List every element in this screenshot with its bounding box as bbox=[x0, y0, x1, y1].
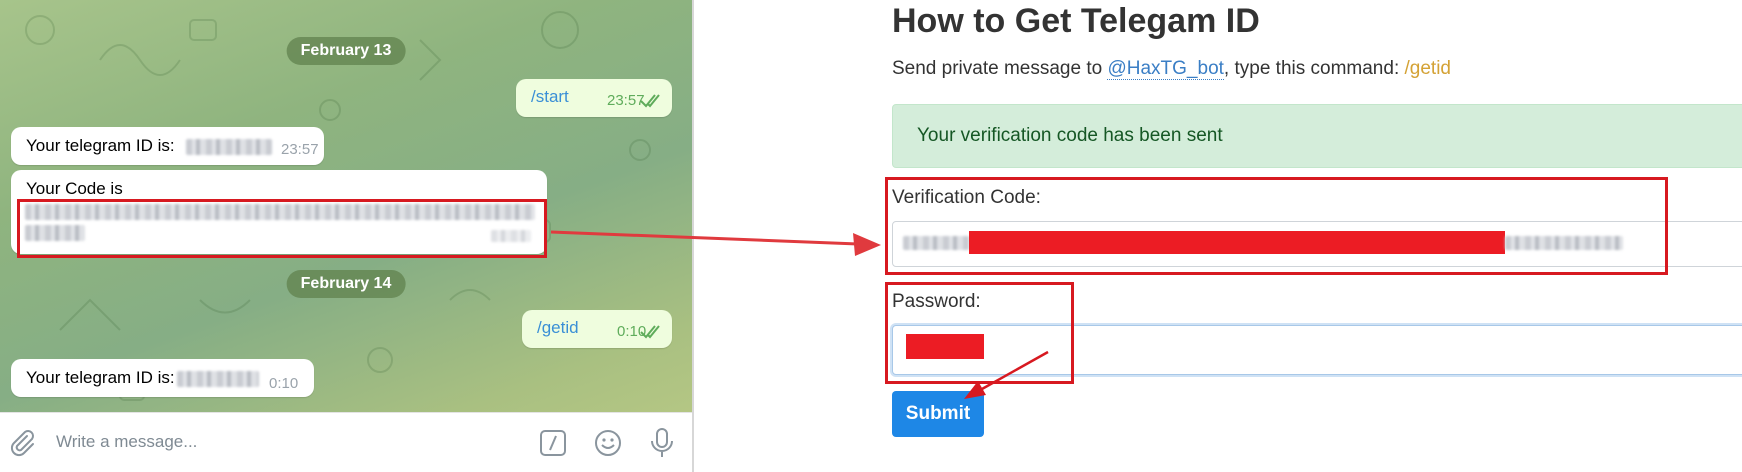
message-text[interactable]: /getid bbox=[537, 318, 579, 338]
telegram-chat-panel: February 13 /start 23:57 Your telegram I… bbox=[0, 0, 692, 472]
success-alert: Your verification code has been sent bbox=[892, 104, 1742, 168]
message-incoming[interactable]: Your telegram ID is: 23:57 bbox=[11, 127, 324, 165]
web-form-panel: How to Get Telegam ID Send private messa… bbox=[692, 0, 1742, 472]
message-time: 23:57 bbox=[607, 92, 645, 109]
double-check-icon bbox=[640, 325, 660, 339]
double-check-icon bbox=[640, 94, 660, 108]
bot-link[interactable]: @HaxTG_bot bbox=[1107, 58, 1224, 80]
paperclip-icon[interactable] bbox=[8, 429, 36, 457]
redacted-id bbox=[177, 371, 259, 387]
highlight-box-code bbox=[17, 199, 547, 258]
message-text[interactable]: Your telegram ID is: bbox=[26, 368, 175, 388]
message-text[interactable]: /start bbox=[531, 87, 569, 107]
highlight-box-password bbox=[885, 282, 1074, 384]
redacted-id bbox=[186, 139, 272, 155]
message-time: 23:57 bbox=[281, 141, 319, 158]
message-input[interactable]: Write a message... bbox=[56, 432, 197, 452]
instruction-prefix: Send private message to bbox=[892, 58, 1108, 79]
message-text[interactable]: Your telegram ID is: bbox=[26, 136, 175, 156]
date-separator: February 13 bbox=[286, 37, 406, 65]
message-composer: Write a message... bbox=[0, 412, 692, 472]
page-title: How to Get Telegam ID bbox=[892, 2, 1260, 40]
message-incoming[interactable]: Your telegram ID is: 0:10 bbox=[11, 359, 314, 397]
date-separator: February 14 bbox=[286, 270, 406, 298]
submit-button[interactable]: Submit bbox=[892, 391, 984, 437]
message-outgoing[interactable]: /start 23:57 bbox=[516, 79, 672, 117]
alert-message: Your verification code has been sent bbox=[917, 125, 1223, 146]
message-text[interactable]: Your Code is bbox=[26, 179, 123, 199]
message-outgoing[interactable]: /getid 0:10 bbox=[522, 310, 672, 348]
microphone-icon[interactable] bbox=[648, 427, 676, 459]
instruction-middle: , type this command: bbox=[1223, 58, 1405, 79]
bot-command-icon[interactable] bbox=[539, 429, 567, 457]
message-time: 0:10 bbox=[269, 375, 299, 392]
emoji-icon[interactable] bbox=[594, 429, 622, 457]
command-text: /getid bbox=[1404, 58, 1451, 79]
instruction-text: Send private message to @HaxTG_bot, type… bbox=[892, 58, 1451, 80]
highlight-box-verification bbox=[885, 177, 1668, 275]
